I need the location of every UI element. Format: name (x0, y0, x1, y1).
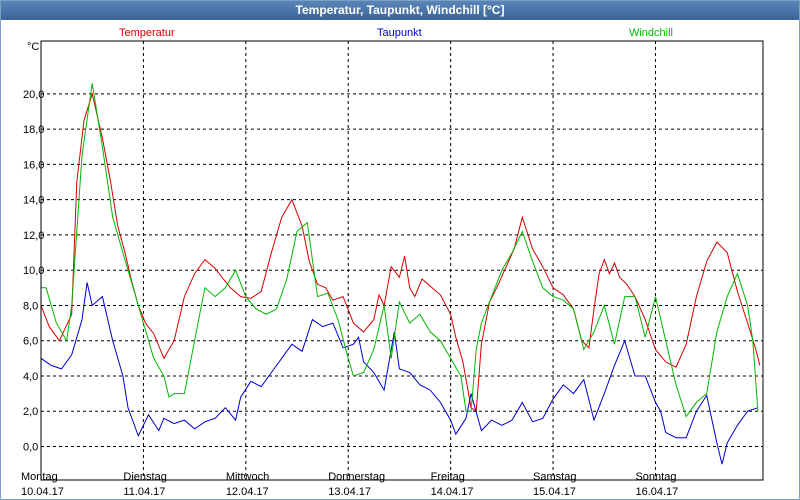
chart-title: Temperatur, Taupunkt, Windchill [°C] (1, 1, 799, 20)
y-tick-label: 2,0 (23, 406, 38, 418)
y-axis-unit-label: °C (27, 41, 39, 53)
x-tick-day-label: Mittwoch (226, 471, 269, 483)
x-tick-date-label: 16.04.17 (635, 486, 678, 498)
x-tick-date-label: 15.04.17 (533, 486, 576, 498)
x-tick-date-label: 13.04.17 (328, 486, 371, 498)
chart-window: Temperatur, Taupunkt, Windchill [°C] °C … (0, 0, 800, 500)
y-tick-label: 20,0 (23, 89, 44, 101)
x-tick-date-label: 11.04.17 (123, 486, 165, 498)
y-tick-label: 16,0 (23, 159, 44, 171)
chart-background (1, 20, 799, 499)
y-tick-label: 10,0 (23, 265, 44, 277)
y-tick-label: 6,0 (23, 336, 38, 348)
legend-label-temperatur: Temperatur (119, 27, 175, 39)
y-tick-label: 14,0 (23, 195, 44, 207)
x-tick-day-label: Sonntag (635, 471, 676, 483)
x-tick-day-label: Samstag (533, 471, 576, 483)
x-tick-date-label: 10.04.17 (21, 486, 64, 498)
y-tick-label: 0,0 (23, 442, 38, 454)
x-tick-day-label: Dienstag (123, 471, 166, 483)
y-tick-label: 8,0 (23, 300, 38, 312)
y-tick-label: 12,0 (23, 230, 44, 242)
y-tick-label: 18,0 (23, 124, 44, 136)
x-tick-date-label: 14.04.17 (431, 486, 474, 498)
temperature-chart: °C 20,0 18,0 16,0 14,0 12,0 10,0 8,0 6,0 4,0 2,0 0… (1, 20, 799, 499)
x-tick-day-label: Montag (21, 471, 58, 483)
legend-label-taupunkt: Taupunkt (377, 27, 422, 39)
legend-label-windchill: Windchill (629, 27, 673, 39)
x-tick-date-label: 12.04.17 (226, 486, 269, 498)
x-tick-day-label: Freitag (431, 471, 465, 483)
y-tick-label: 4,0 (23, 371, 38, 383)
x-tick-day-label: Donnerstag (328, 471, 385, 483)
